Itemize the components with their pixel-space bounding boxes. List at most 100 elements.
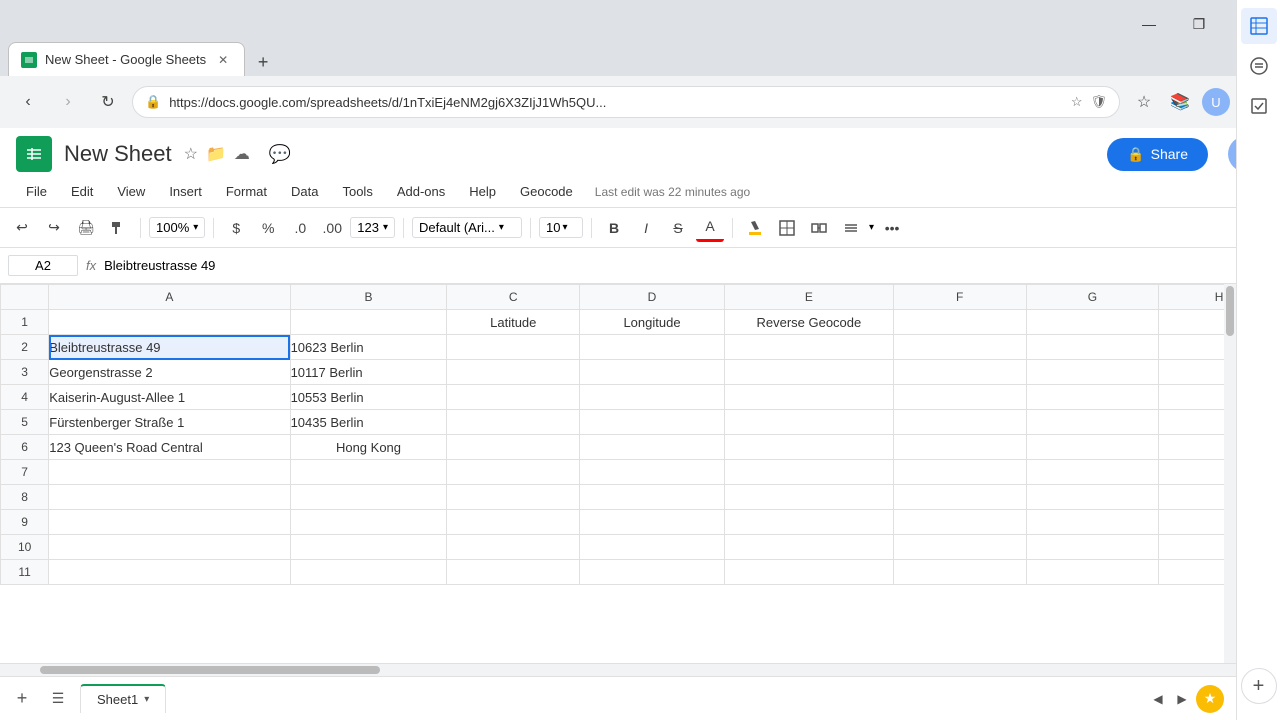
align-chevron[interactable]: ▾ xyxy=(869,222,874,233)
menu-edit[interactable]: Edit xyxy=(61,180,103,203)
cell-c2[interactable] xyxy=(447,335,580,360)
cell-a4[interactable]: Kaiserin-August-Allee 1 xyxy=(49,385,290,410)
cell-f2[interactable] xyxy=(893,335,1026,360)
bold-button[interactable]: B xyxy=(600,214,628,242)
cell-d3[interactable] xyxy=(580,360,725,385)
cell-a11[interactable] xyxy=(49,560,290,585)
cell-d8[interactable] xyxy=(580,485,725,510)
profile-icon[interactable]: U xyxy=(1200,86,1232,118)
col-header-f[interactable]: F xyxy=(893,285,1026,310)
scroll-sheets-right[interactable]: ▶ xyxy=(1172,689,1192,709)
star-icon[interactable]: ☆ xyxy=(184,144,198,164)
folder-icon[interactable]: 📁 xyxy=(206,144,226,164)
cell-f11[interactable] xyxy=(893,560,1026,585)
borders-button[interactable] xyxy=(773,214,801,242)
cell-d6[interactable] xyxy=(580,435,725,460)
cell-e2[interactable] xyxy=(724,335,893,360)
cell-f3[interactable] xyxy=(893,360,1026,385)
zoom-control[interactable]: 100% ▾ xyxy=(149,217,205,238)
cell-g11[interactable] xyxy=(1026,560,1159,585)
menu-help[interactable]: Help xyxy=(459,180,506,203)
cell-d5[interactable] xyxy=(580,410,725,435)
number-format-control[interactable]: 123 ▾ xyxy=(350,217,395,238)
cell-e11[interactable] xyxy=(724,560,893,585)
cell-g2[interactable] xyxy=(1026,335,1159,360)
cell-b5[interactable]: 10435 Berlin xyxy=(290,410,447,435)
cell-b4[interactable]: 10553 Berlin xyxy=(290,385,447,410)
cell-g6[interactable] xyxy=(1026,435,1159,460)
cell-d9[interactable] xyxy=(580,510,725,535)
cell-b10[interactable] xyxy=(290,535,447,560)
minimize-button[interactable]: — xyxy=(1126,8,1172,40)
font-size-control[interactable]: 10 ▾ xyxy=(539,217,583,238)
cell-a7[interactable] xyxy=(49,460,290,485)
align-button[interactable] xyxy=(837,214,865,242)
tab-close-button[interactable]: ✕ xyxy=(214,51,232,69)
cell-g1[interactable] xyxy=(1026,310,1159,335)
menu-insert[interactable]: Insert xyxy=(159,180,212,203)
cell-d1[interactable]: Longitude xyxy=(580,310,725,335)
cell-c7[interactable] xyxy=(447,460,580,485)
cell-d7[interactable] xyxy=(580,460,725,485)
maximize-button[interactable]: ❐ xyxy=(1176,8,1222,40)
cell-c4[interactable] xyxy=(447,385,580,410)
cell-c10[interactable] xyxy=(447,535,580,560)
cell-e6[interactable] xyxy=(724,435,893,460)
bookmark-star-icon[interactable]: ☆ xyxy=(1071,94,1083,110)
cell-g9[interactable] xyxy=(1026,510,1159,535)
cell-c6[interactable] xyxy=(447,435,580,460)
cell-c1[interactable]: Latitude xyxy=(447,310,580,335)
text-color-button[interactable]: A xyxy=(696,214,724,242)
col-header-c[interactable]: C xyxy=(447,285,580,310)
redo-button[interactable]: ↪ xyxy=(40,214,68,242)
cell-b6[interactable]: Hong Kong xyxy=(290,435,447,460)
cell-c3[interactable] xyxy=(447,360,580,385)
document-title[interactable]: New Sheet xyxy=(64,141,172,167)
new-tab-button[interactable]: + xyxy=(249,48,277,76)
cell-b9[interactable] xyxy=(290,510,447,535)
menu-tools[interactable]: Tools xyxy=(332,180,382,203)
cell-d2[interactable] xyxy=(580,335,725,360)
cell-a1[interactable] xyxy=(49,310,290,335)
horizontal-scrollbar[interactable] xyxy=(0,664,1236,676)
merge-cells-button[interactable] xyxy=(805,214,833,242)
back-button[interactable]: ‹ xyxy=(12,86,44,118)
cell-a9[interactable] xyxy=(49,510,290,535)
menu-view[interactable]: View xyxy=(107,180,155,203)
favorites-icon[interactable]: ☆ xyxy=(1128,86,1160,118)
cell-a8[interactable] xyxy=(49,485,290,510)
cell-c5[interactable] xyxy=(447,410,580,435)
cell-d11[interactable] xyxy=(580,560,725,585)
cell-e10[interactable] xyxy=(724,535,893,560)
cell-f6[interactable] xyxy=(893,435,1026,460)
active-tab[interactable]: New Sheet - Google Sheets ✕ xyxy=(8,42,245,76)
cell-b2[interactable]: 10623 Berlin xyxy=(290,335,447,360)
cell-reference[interactable] xyxy=(8,255,78,276)
reload-button[interactable]: ↻ xyxy=(92,86,124,118)
cell-a6[interactable]: 123 Queen's Road Central xyxy=(49,435,290,460)
sheet-list-button[interactable]: ☰ xyxy=(44,685,72,713)
menu-file[interactable]: File xyxy=(16,180,57,203)
cell-e7[interactable] xyxy=(724,460,893,485)
menu-format[interactable]: Format xyxy=(216,180,277,203)
formula-input[interactable] xyxy=(104,258,1272,273)
scroll-sheets-left[interactable]: ◀ xyxy=(1148,689,1168,709)
cell-f7[interactable] xyxy=(893,460,1026,485)
cell-e8[interactable] xyxy=(724,485,893,510)
menu-data[interactable]: Data xyxy=(281,180,328,203)
cell-f10[interactable] xyxy=(893,535,1026,560)
cell-b3[interactable]: 10117 Berlin xyxy=(290,360,447,385)
cell-d4[interactable] xyxy=(580,385,725,410)
paint-format-button[interactable] xyxy=(104,214,132,242)
cell-f5[interactable] xyxy=(893,410,1026,435)
menu-geocode[interactable]: Geocode xyxy=(510,180,583,203)
cell-c11[interactable] xyxy=(447,560,580,585)
more-toolbar-button[interactable]: ••• xyxy=(878,214,906,242)
decimal-more-button[interactable]: .00 xyxy=(318,214,346,242)
cell-g5[interactable] xyxy=(1026,410,1159,435)
cell-a3[interactable]: Georgenstrasse 2 xyxy=(49,360,290,385)
menu-addons[interactable]: Add-ons xyxy=(387,180,455,203)
cell-c8[interactable] xyxy=(447,485,580,510)
cell-b7[interactable] xyxy=(290,460,447,485)
cell-f1[interactable] xyxy=(893,310,1026,335)
